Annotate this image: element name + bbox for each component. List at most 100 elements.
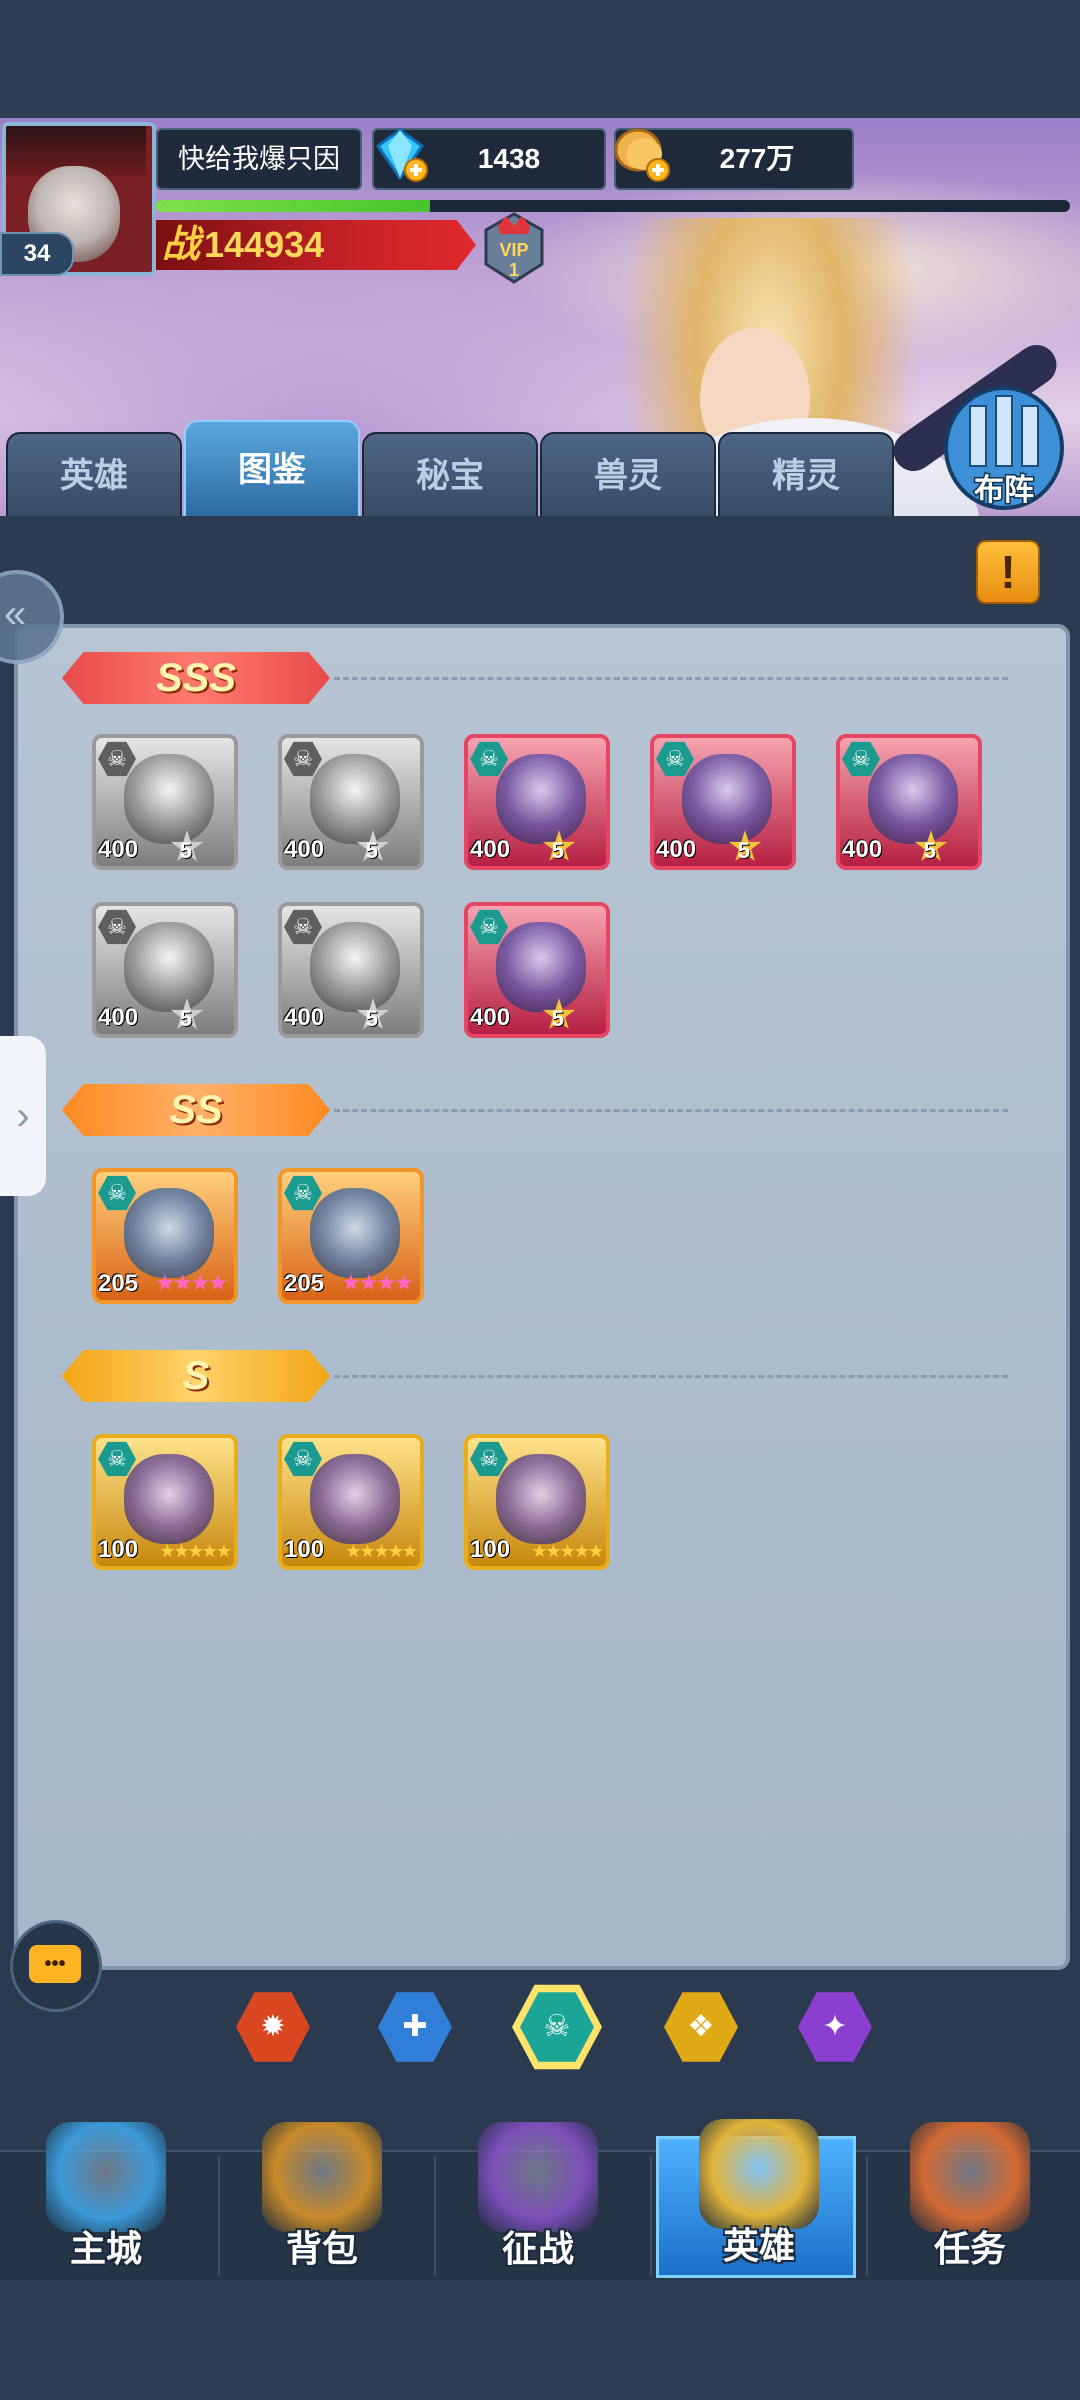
castle-icon <box>46 2122 166 2232</box>
nav-label: 任务 <box>933 2228 1006 2269</box>
hero-portrait <box>124 754 214 844</box>
hero-portrait <box>868 754 958 844</box>
hero-card[interactable]: ☠ 400 5 <box>836 734 982 870</box>
nav-label: 征战 <box>501 2228 574 2269</box>
hero-card[interactable]: ☠ 400 5 <box>278 734 424 870</box>
hero-stars-icon: ★★★★★ <box>159 1541 232 1561</box>
hero-portrait <box>310 922 400 1012</box>
hero-level: 400 <box>842 836 883 863</box>
vip-badge-icon[interactable]: VIP 1 <box>480 212 548 284</box>
nav-item-0[interactable]: 主城 <box>6 2112 206 2278</box>
hero-card[interactable]: ☠ 400 5 <box>650 734 796 870</box>
hero-card[interactable]: ☠ 205 ★★★★ <box>92 1168 238 1304</box>
diamond-plus-icon[interactable] <box>370 124 430 184</box>
wind-faction-icon[interactable]: ❖ <box>664 1992 738 2062</box>
hero-star-count: 5 <box>923 838 936 863</box>
fire-faction-icon[interactable]: ✹ <box>236 1992 310 2062</box>
tier-ribbon-ss: SS <box>62 1084 330 1136</box>
hero-level: 400 <box>98 836 139 863</box>
tier-divider-s <box>334 1375 1008 1378</box>
nav-item-4[interactable]: 任务 <box>870 2112 1070 2278</box>
hero-star-count: 5 <box>737 838 750 863</box>
hero-card[interactable]: ☠ 400 5 <box>464 734 610 870</box>
hero-level: 205 <box>98 1270 139 1297</box>
nav-separator <box>434 2156 436 2276</box>
tab-elf[interactable]: 精灵 <box>718 432 894 520</box>
top-status-bar <box>0 0 1080 118</box>
hero-stars-icon: ★★★★★ <box>531 1541 604 1561</box>
power-label: 战 <box>162 224 201 266</box>
hero-card[interactable]: ☠ 400 5 <box>92 734 238 870</box>
portal-icon <box>478 2122 598 2232</box>
hero-card[interactable]: ☠ 100 ★★★★★ <box>278 1434 424 1570</box>
tier-divider-sss <box>334 677 1008 680</box>
scroll-icon <box>910 2122 1030 2232</box>
hero-portrait <box>496 922 586 1012</box>
hero-card[interactable]: ☠ 400 5 <box>92 902 238 1038</box>
player-name: 快给我爆只因 <box>156 128 362 190</box>
chat-button[interactable]: ••• <box>10 1920 102 2012</box>
hero-portrait <box>496 754 586 844</box>
nav-item-1[interactable]: 背包 <box>222 2112 422 2278</box>
hero-level: 400 <box>470 1004 511 1031</box>
hero-star-count: 5 <box>551 838 564 863</box>
hero-star-count: 5 <box>551 1006 564 1031</box>
hero-level: 400 <box>470 836 511 863</box>
nav-separator <box>218 2156 220 2276</box>
vip-level: 1 <box>509 260 519 280</box>
experience-bar <box>156 200 1070 212</box>
double-chevron-icon: « <box>4 592 27 636</box>
hero-card[interactable]: ☠ 100 ★★★★★ <box>92 1434 238 1570</box>
hero-portrait <box>682 754 772 844</box>
formation-label: 布阵 <box>974 474 1034 507</box>
hero-card[interactable]: ☠ 400 5 <box>464 902 610 1038</box>
light-faction-icon[interactable]: ✚ <box>378 1992 452 2062</box>
hero-card[interactable]: ☠ 100 ★★★★★ <box>464 1434 610 1570</box>
nav-separator <box>866 2156 868 2276</box>
tab-heroes[interactable]: 英雄 <box>6 432 182 520</box>
hero-portrait <box>124 1454 214 1544</box>
chat-bubble-icon: ••• <box>29 1945 81 1983</box>
hero-star-count: 5 <box>365 1006 378 1031</box>
hero-stars-icon: ★★★★ <box>341 1270 414 1295</box>
tab-codex[interactable]: 图鉴 <box>184 420 360 520</box>
hero-level: 205 <box>284 1270 325 1297</box>
nav-separator <box>650 2156 652 2276</box>
hero-level: 400 <box>98 1004 139 1031</box>
hero-level: 400 <box>284 1004 325 1031</box>
experience-fill <box>156 200 431 212</box>
gold-plus-icon[interactable] <box>612 124 674 186</box>
hero-portrait <box>124 1188 214 1278</box>
tier-ribbon-sss: SSS <box>62 652 330 704</box>
nav-label: 主城 <box>69 2228 142 2269</box>
hero-level: 100 <box>98 1536 139 1563</box>
hero-star-count: 5 <box>179 838 192 863</box>
hero-portrait <box>310 754 400 844</box>
hero-card[interactable]: ☠ 400 5 <box>278 902 424 1038</box>
nav-item-3[interactable]: 英雄 <box>656 2119 856 2278</box>
tier-divider-ss <box>334 1109 1008 1112</box>
tab-treasure[interactable]: 秘宝 <box>362 432 538 520</box>
dark-faction-icon[interactable]: ✦ <box>798 1992 872 2062</box>
hero-star-count: 5 <box>365 838 378 863</box>
vip-text: VIP <box>499 240 528 260</box>
bottom-system-strip <box>0 2280 1080 2400</box>
power-value: 144934 <box>204 224 325 265</box>
hero-level: 400 <box>656 836 697 863</box>
player-level-badge: 34 <box>0 232 74 276</box>
combat-power-bar: 战 144934 <box>156 220 476 270</box>
tab-beast-spirit[interactable]: 兽灵 <box>540 432 716 520</box>
hero-stars-icon: ★★★★ <box>155 1270 228 1295</box>
hero-portrait <box>310 1454 400 1544</box>
formation-button[interactable]: 布阵 <box>940 378 1068 514</box>
hero-portrait <box>310 1188 400 1278</box>
hero-portrait <box>496 1454 586 1544</box>
hero-card[interactable]: ☠ 205 ★★★★ <box>278 1168 424 1304</box>
helmet-icon <box>699 2119 819 2229</box>
side-drawer-tab[interactable]: › <box>0 1036 46 1196</box>
hero-portrait <box>124 922 214 1012</box>
diamond-value: 1438 <box>477 143 541 174</box>
hero-level: 100 <box>470 1536 511 1563</box>
info-icon[interactable]: ! <box>976 540 1040 604</box>
nav-item-2[interactable]: 征战 <box>438 2112 638 2278</box>
